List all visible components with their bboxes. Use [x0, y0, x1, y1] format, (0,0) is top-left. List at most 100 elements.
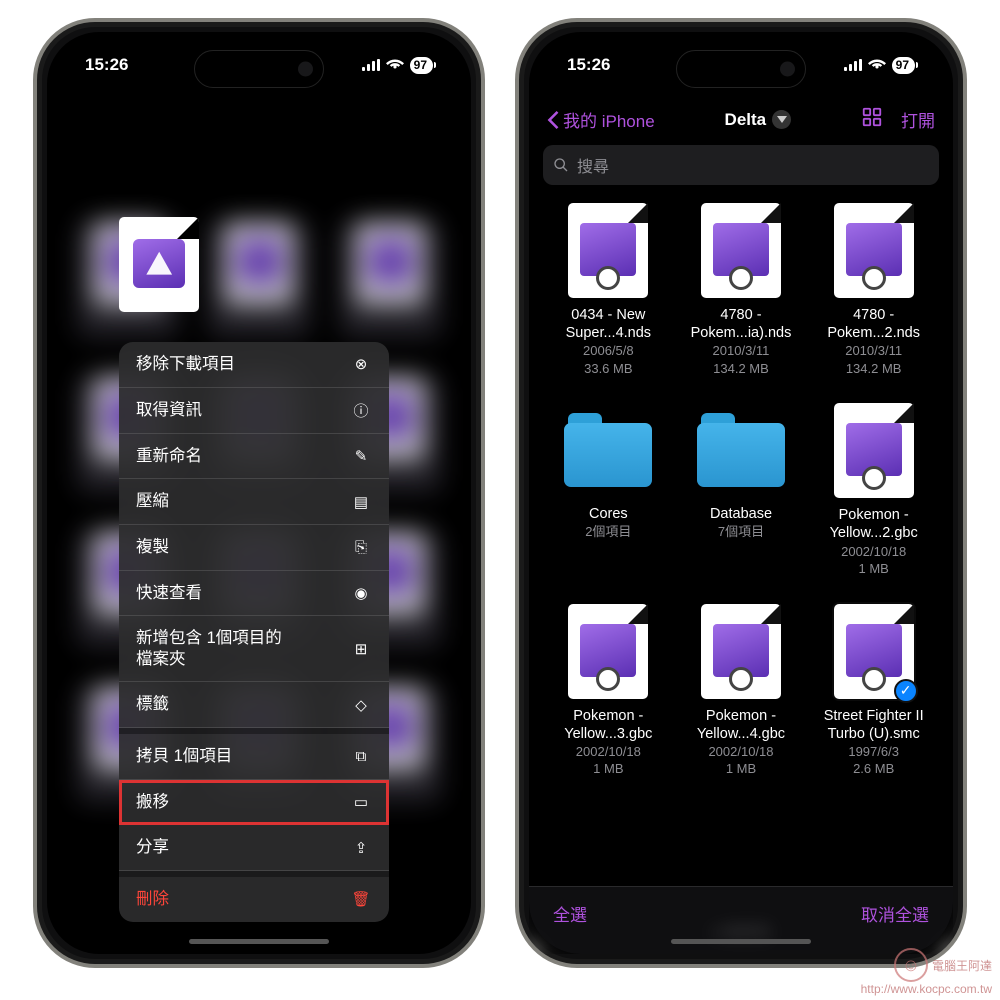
battery-icon: 97 [892, 57, 915, 74]
item-name: 4780 - Pokem...2.nds [814, 306, 934, 342]
menu-item[interactable]: 搬移 ▭ [119, 780, 389, 826]
menu-item[interactable]: 新增包含 1個項目的 檔案夾 ⊞ [119, 616, 389, 682]
menu-item-label: 刪除 [136, 889, 169, 910]
menu-item-label: 搬移 [136, 792, 169, 813]
item-size: 1 MB [726, 760, 756, 778]
menu-item[interactable]: 移除下載項目 ⊗ [119, 342, 389, 388]
file-item[interactable]: ✓Street Fighter II Turbo (U).smc1997/6/3… [812, 604, 935, 778]
menu-item[interactable]: 複製 ⎘ [119, 525, 389, 571]
item-name: Database [710, 505, 772, 523]
battery-icon: 97 [410, 57, 433, 74]
item-date: 2010/3/11 [713, 342, 770, 360]
dynamic-island [676, 50, 806, 88]
item-name: Pokemon - Yellow...3.gbc [548, 707, 668, 743]
menu-item-icon: ⇪ [350, 839, 372, 857]
item-date: 2010/3/11 [845, 342, 902, 360]
file-thumbnail [568, 203, 648, 298]
menu-item-label: 快速查看 [136, 583, 202, 604]
folder-item[interactable]: Database7個項目 [680, 403, 803, 577]
item-name: 4780 - Pokem...ia).nds [681, 306, 801, 342]
menu-item[interactable]: 壓縮 ▤ [119, 479, 389, 525]
phone-left: 15:26 97 移除下載項目 ⊗ 取得資訊ⓘ 重新命名 ✎ 壓縮 [33, 18, 485, 968]
menu-item[interactable]: 重新命名 ✎ [119, 434, 389, 480]
dynamic-island [194, 50, 324, 88]
file-item[interactable]: Pokemon - Yellow...2.gbc2002/10/181 MB [812, 403, 935, 577]
open-button[interactable]: 打開 [901, 107, 935, 132]
item-date: 2002/10/18 [708, 743, 773, 761]
item-size: 2.6 MB [853, 760, 894, 778]
item-name: 0434 - New Super...4.nds [548, 306, 668, 342]
file-grid: 0434 - New Super...4.nds2006/5/833.6 MB4… [529, 195, 953, 903]
item-subtitle: 2個項目 [585, 523, 631, 541]
file-item[interactable]: Pokemon - Yellow...3.gbc2002/10/181 MB [547, 604, 670, 778]
item-name: Cores [589, 505, 628, 523]
file-thumbnail: ✓ [834, 604, 914, 699]
search-input[interactable]: 搜尋 [543, 145, 939, 185]
file-item[interactable]: 4780 - Pokem...2.nds2010/3/11134.2 MB [812, 203, 935, 377]
navigation-bar: 我的 iPhone Delta 打開 [529, 98, 953, 139]
menu-item-icon: ⧉ [350, 748, 372, 765]
menu-item[interactable]: 取得資訊ⓘ [119, 388, 389, 434]
menu-item-icon: ✎ [350, 447, 372, 465]
menu-item-label: 新增包含 1個項目的 檔案夾 [136, 628, 282, 669]
item-subtitle: 7個項目 [718, 523, 764, 541]
menu-item-label: 複製 [136, 537, 169, 558]
menu-item-label: 分享 [136, 837, 169, 858]
menu-item-icon: ⎘ [350, 539, 372, 556]
menu-item-icon: ▭ [350, 793, 372, 811]
item-size: 33.6 MB [584, 360, 632, 378]
search-icon [553, 157, 569, 173]
file-item[interactable]: 0434 - New Super...4.nds2006/5/833.6 MB [547, 203, 670, 377]
menu-item[interactable]: 刪除 🗑 [119, 877, 389, 922]
item-size: 1 MB [593, 760, 623, 778]
back-button[interactable]: 我的 iPhone [547, 107, 655, 132]
file-thumbnail [568, 604, 648, 699]
item-date: 2006/5/8 [583, 342, 634, 360]
item-size: 134.2 MB [713, 360, 769, 378]
folder-title[interactable]: Delta [725, 110, 792, 130]
clock: 15:26 [567, 55, 610, 75]
cellular-icon [844, 59, 862, 71]
item-date: 2002/10/18 [576, 743, 641, 761]
item-size: 134.2 MB [846, 360, 902, 378]
menu-item[interactable]: 分享 ⇪ [119, 825, 389, 871]
clock: 15:26 [85, 55, 128, 75]
menu-item[interactable]: 拷貝 1個項目⧉ [119, 734, 389, 780]
item-name: Pokemon - Yellow...4.gbc [681, 707, 801, 743]
wifi-icon [868, 56, 886, 74]
menu-item-label: 移除下載項目 [136, 354, 235, 375]
item-size: 1 MB [858, 560, 888, 578]
menu-item-icon: 🗑 [350, 890, 372, 908]
selected-check-icon: ✓ [894, 679, 918, 703]
home-indicator[interactable] [671, 939, 811, 944]
file-item[interactable]: Pokemon - Yellow...4.gbc2002/10/181 MB [680, 604, 803, 778]
file-thumbnail [834, 203, 914, 298]
menu-item[interactable]: 快速查看 ◉ [119, 571, 389, 617]
folder-item[interactable]: Cores2個項目 [547, 403, 670, 577]
menu-item-icon: ◇ [350, 696, 372, 714]
context-menu: 移除下載項目 ⊗ 取得資訊ⓘ 重新命名 ✎ 壓縮 ▤ 複製 ⎘ 快速查看 ◉ 新增包含 1個項目的 檔… [119, 342, 389, 922]
menu-item-icon: ◉ [350, 584, 372, 602]
item-date: 2002/10/18 [841, 543, 906, 561]
view-grid-icon[interactable] [861, 106, 883, 133]
menu-item-label: 重新命名 [136, 446, 202, 467]
file-item[interactable]: 4780 - Pokem...ia).nds2010/3/11134.2 MB [680, 203, 803, 377]
menu-item-label: 壓縮 [136, 491, 169, 512]
item-name: Pokemon - Yellow...2.gbc [814, 506, 934, 542]
home-indicator[interactable] [189, 939, 329, 944]
item-date: 1997/6/3 [848, 743, 899, 761]
file-thumbnail [701, 604, 781, 699]
phone-right: 15:26 97 我的 iPhone Delta [515, 18, 967, 968]
folder-icon [564, 413, 652, 487]
menu-item-icon: ⊗ [350, 355, 372, 373]
menu-item-icon: ⊞ [350, 640, 372, 658]
menu-item-icon: ▤ [350, 493, 372, 511]
menu-item-icon: ⓘ [350, 400, 372, 421]
chevron-down-icon [772, 110, 791, 129]
deselect-all-button[interactable]: 取消全選 [861, 901, 929, 926]
select-all-button[interactable]: 全選 [553, 901, 587, 926]
watermark: ☺ 電腦王阿達 http://www.kocpc.com.tw [861, 948, 992, 996]
menu-item[interactable]: 標籤◇ [119, 682, 389, 728]
folder-icon [697, 413, 785, 487]
file-thumbnail [834, 403, 914, 498]
